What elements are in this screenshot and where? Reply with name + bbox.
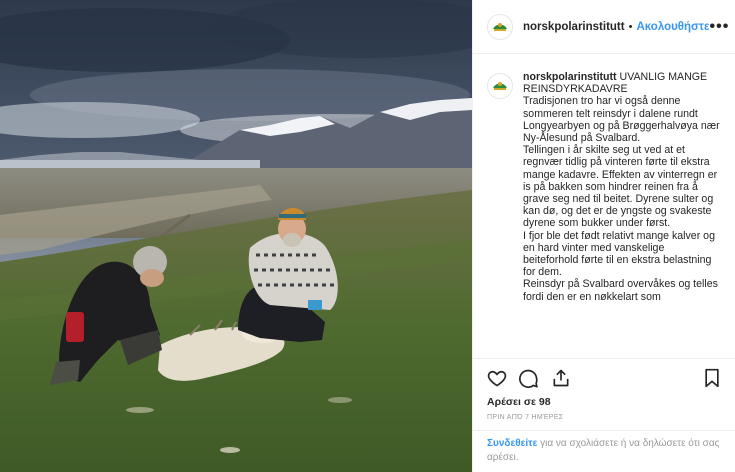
post-side-panel: norskpolarinstitutt • Ακολουθήστε ••• no…	[472, 0, 735, 472]
bookmark-icon[interactable]	[703, 368, 721, 388]
comment-icon[interactable]	[519, 368, 539, 388]
action-bar: Αρέσει σε 98 ΠΡΙΝ ΑΠΌ 7 ΗΜΈΡΕΣ Συνδεθείτ…	[473, 358, 735, 472]
post-photo[interactable]	[0, 0, 472, 472]
likes-count[interactable]: Αρέσει σε 98	[487, 396, 721, 408]
caption-avatar[interactable]	[487, 73, 513, 99]
login-link[interactable]: Συνδεθείτε	[487, 438, 537, 449]
avatar[interactable]	[487, 13, 513, 40]
logo-icon	[492, 78, 508, 94]
follow-button[interactable]: Ακολουθήστε	[636, 21, 709, 33]
caption-text: norskpolarinstitutt UVANLIG MANGE REINSD…	[523, 71, 721, 358]
caption-paragraph: Reinsdyr på Svalbard overvåkes og telles…	[523, 278, 718, 303]
caption-paragraph: I fjor ble det født relativt mange kalve…	[523, 229, 715, 279]
action-icons	[487, 367, 721, 389]
logo-icon	[492, 18, 508, 35]
caption-username[interactable]: norskpolarinstitutt	[523, 71, 617, 83]
share-icon[interactable]	[551, 368, 571, 388]
photo-landscape	[0, 0, 472, 472]
more-options-icon[interactable]: •••	[710, 18, 730, 36]
separator-dot: •	[628, 20, 633, 33]
login-prompt: Συνδεθείτε για να σχολιάσετε ή να δηλώσε…	[473, 430, 735, 465]
heart-icon[interactable]	[487, 368, 507, 388]
caption-paragraph: Tradisjonen tro har vi også denne sommer…	[523, 95, 720, 145]
post-timestamp: ΠΡΙΝ ΑΠΌ 7 ΗΜΈΡΕΣ	[487, 414, 564, 421]
post-view: norskpolarinstitutt • Ακολουθήστε ••• no…	[0, 0, 735, 472]
caption-title-line: norskpolarinstitutt UVANLIG MANGE REINSD…	[523, 71, 721, 95]
caption-area: norskpolarinstitutt UVANLIG MANGE REINSD…	[473, 54, 735, 358]
caption-paragraph: Tellingen i år skilte seg ut ved at et r…	[523, 144, 718, 230]
post-header: norskpolarinstitutt • Ακολουθήστε •••	[473, 0, 735, 54]
header-username[interactable]: norskpolarinstitutt	[523, 21, 625, 33]
